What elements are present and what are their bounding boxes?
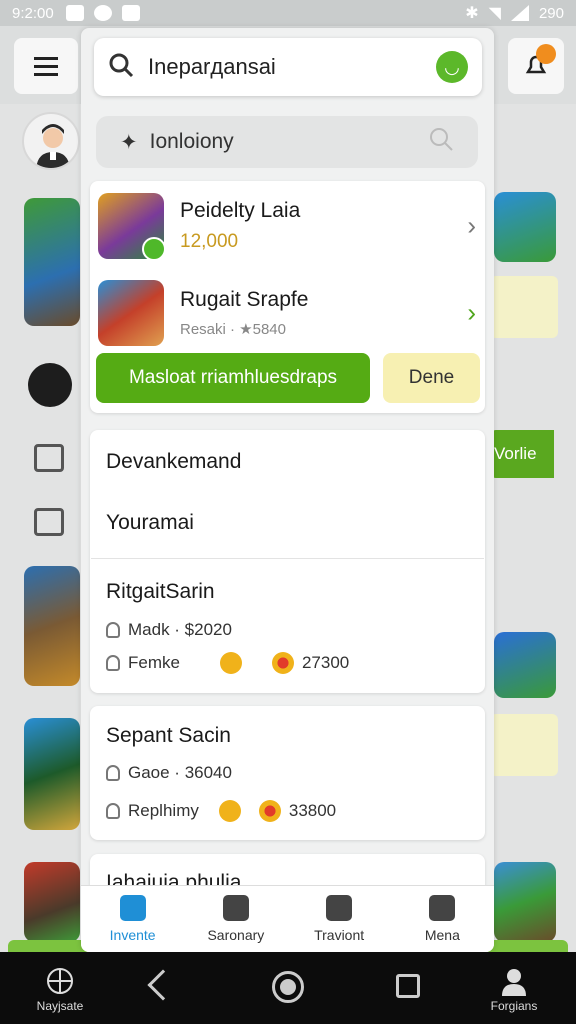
background-game-thumbnail[interactable]: [494, 632, 556, 698]
notification-bell-icon[interactable]: [508, 38, 564, 94]
item-meta: Femke 27300: [106, 652, 349, 674]
item-meta: Gaoe · 36040: [106, 763, 232, 783]
section-title[interactable]: Devankemand: [106, 450, 241, 474]
sun-coin-icon: [218, 800, 241, 822]
divider: [91, 558, 484, 559]
sparkle-icon: ✦: [120, 130, 138, 154]
done-button[interactable]: Dene: [383, 353, 480, 403]
game-icon: [98, 280, 164, 346]
tab-traviont[interactable]: Traviont: [288, 886, 391, 952]
avatar[interactable]: [22, 112, 80, 170]
section-title[interactable]: Youramai: [106, 511, 194, 535]
navigate-label: Nayjsate: [36, 999, 84, 1013]
background-game-thumbnail[interactable]: [24, 718, 80, 830]
app-notification-icon: [65, 5, 84, 21]
home-icon: [119, 895, 146, 921]
image-notification-icon: [121, 5, 140, 21]
chevron-right-icon[interactable]: ›: [467, 298, 476, 329]
primary-action-button[interactable]: Masloat rriamhluesdraps: [96, 353, 370, 403]
game-icon: [98, 193, 166, 261]
item-title[interactable]: Sepant Sacin: [106, 724, 231, 748]
badge-icon: [142, 237, 166, 261]
gem-icon: [271, 652, 294, 674]
profile-label: Forgians: [490, 999, 538, 1013]
background-game-thumbnail[interactable]: [24, 198, 80, 326]
background-green-button[interactable]: Vorlie: [490, 430, 554, 478]
game-title: Rugait Srapfe: [180, 288, 309, 311]
home-button-icon[interactable]: [272, 971, 304, 1003]
bluetooth-icon: ✱: [465, 5, 479, 22]
wifi-icon: ◥: [488, 5, 501, 22]
search-panel: Ineparдansai ◡ ✦ Ionloiony Peidelty Laia…: [81, 28, 494, 952]
filter-label: Ionloiony: [149, 130, 234, 153]
chevron-right-icon[interactable]: ›: [467, 211, 476, 242]
search-bar[interactable]: Ineparдansai ◡: [94, 38, 482, 96]
background-avatar[interactable]: [28, 363, 72, 407]
inbox-icon: [222, 895, 249, 921]
signal-icon: [510, 5, 529, 21]
sync-icon: [93, 5, 112, 21]
background-yellow-tile[interactable]: [490, 276, 558, 338]
background-game-thumbnail[interactable]: [24, 862, 80, 942]
featured-game-row[interactable]: Rugait Srapfe Resaki · ★5840 ›: [98, 273, 488, 353]
background-game-thumbnail[interactable]: [24, 566, 80, 686]
shield-icon: [326, 895, 353, 921]
game-rating: Resaki · ★5840: [180, 321, 286, 338]
featured-game-row[interactable]: Peidelty Laia 12,000 ›: [98, 186, 488, 266]
person-icon: [106, 803, 120, 819]
filter-field[interactable]: ✦ Ionloiony: [96, 116, 478, 168]
person-icon: [106, 655, 120, 671]
background-image-icon[interactable]: [34, 444, 64, 472]
game-price: 12,000: [180, 231, 239, 252]
person-icon: [106, 765, 120, 781]
system-navigation-bar: Nayjsate Forgians: [0, 952, 576, 1024]
tab-bar: Invente Saronary Traviont Mena: [81, 885, 494, 952]
person-icon: [106, 622, 120, 638]
navigate-button[interactable]: Nayjsate: [30, 966, 90, 1013]
gem-icon: [258, 800, 281, 822]
game-title: Peidelty Laia: [180, 199, 301, 222]
item-meta: Replhimy 33800: [106, 800, 336, 822]
background-game-thumbnail[interactable]: [494, 192, 556, 262]
item-meta: Madk · $2020: [106, 620, 232, 640]
item-title[interactable]: RitgaitSarin: [106, 580, 215, 604]
status-time: 9:2:00: [12, 4, 54, 22]
recents-icon[interactable]: [396, 974, 420, 998]
bell-coin-icon: [219, 652, 242, 674]
mic-icon[interactable]: ◡: [436, 51, 468, 83]
battery-level: 290: [538, 4, 564, 22]
menu-icon: [429, 895, 456, 921]
tab-mena[interactable]: Mena: [391, 886, 494, 952]
tab-invente[interactable]: Invente: [81, 886, 184, 952]
background-gallery-icon[interactable]: [34, 508, 64, 536]
profile-button[interactable]: Forgians: [484, 966, 544, 1013]
status-bar: 9:2:00 ✱ ◥ 290: [0, 0, 576, 26]
back-icon[interactable]: [147, 969, 179, 1001]
background-game-thumbnail[interactable]: [494, 862, 556, 942]
search-icon: [108, 52, 134, 83]
search-input[interactable]: Ineparдansai: [148, 54, 276, 80]
background-yellow-tile[interactable]: [490, 714, 558, 776]
tab-saronary[interactable]: Saronary: [184, 886, 287, 952]
hamburger-menu-icon[interactable]: [14, 38, 78, 94]
filter-search-icon[interactable]: [428, 126, 454, 158]
